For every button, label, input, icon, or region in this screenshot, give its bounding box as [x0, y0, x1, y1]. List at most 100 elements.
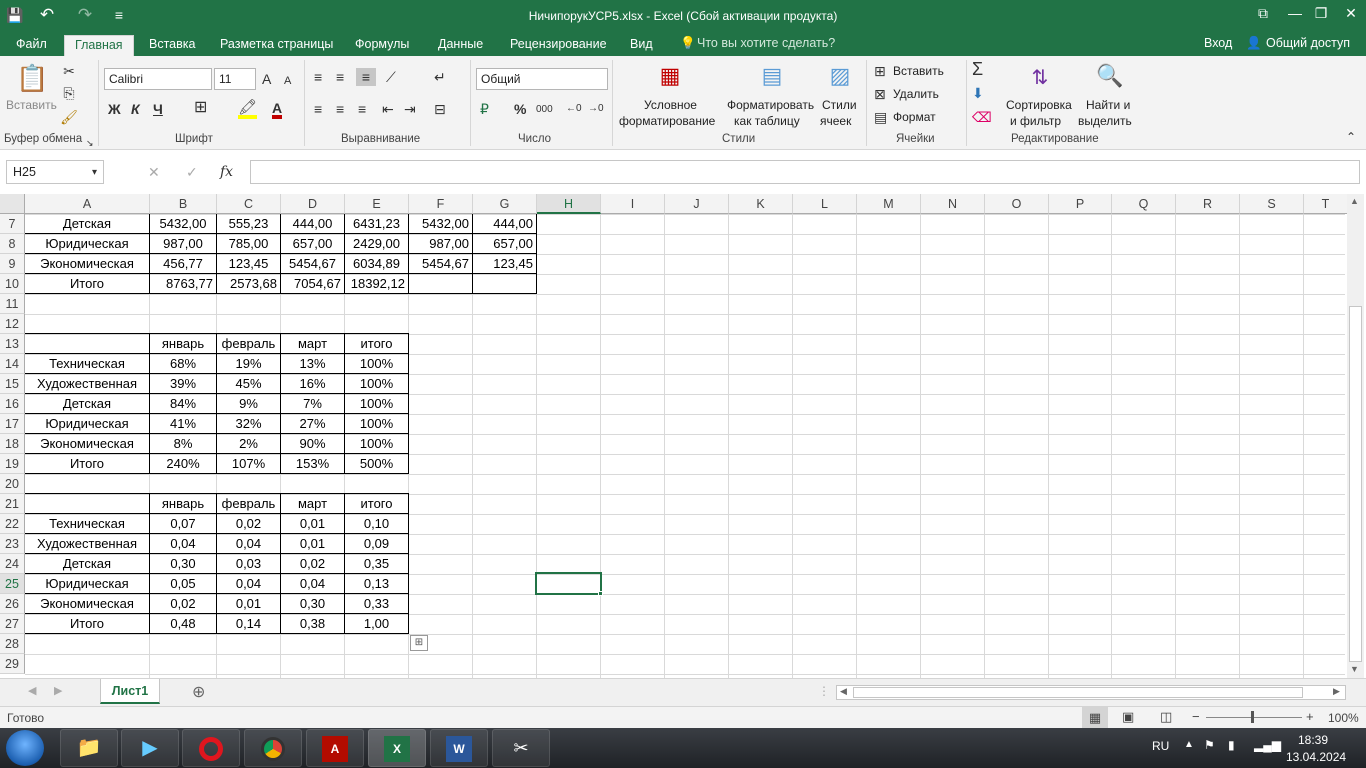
tab-view[interactable]: Вид — [620, 35, 663, 56]
cell-styles-icon[interactable]: ▨ — [824, 60, 856, 92]
format-cells-icon[interactable]: ▤ — [874, 108, 887, 126]
power-icon[interactable]: ▮ — [1228, 738, 1235, 752]
cell-a8[interactable]: Юридическая — [25, 233, 150, 254]
row-header-27[interactable]: 27 — [0, 614, 25, 634]
cell-area[interactable]: Детская 5432,00 555,23 444,00 6431,23 5432,00… — [25, 214, 1345, 678]
cell-b17[interactable]: 41% — [149, 413, 217, 434]
column-header-c[interactable]: C — [217, 194, 281, 214]
clear-icon[interactable]: ⌫ — [972, 108, 992, 126]
cell-e15[interactable]: 100% — [344, 373, 409, 394]
clipboard-launcher-icon[interactable]: ↘ — [86, 134, 94, 152]
cell-styles-line1[interactable]: Стили — [822, 98, 857, 112]
cell-e18[interactable]: 100% — [344, 433, 409, 454]
cell-e27[interactable]: 1,00 — [344, 613, 409, 634]
align-top-icon[interactable]: ≡ — [314, 68, 322, 86]
cell-e7[interactable]: 6431,23 — [344, 214, 409, 234]
font-color-icon[interactable]: A — [272, 99, 283, 119]
cell-f10[interactable] — [408, 273, 473, 294]
insert-cells-button[interactable]: Вставить — [893, 64, 944, 78]
row-header-11[interactable]: 11 — [0, 294, 25, 314]
cell-e16[interactable]: 100% — [344, 393, 409, 414]
zoom-out-button[interactable]: − — [1192, 709, 1200, 724]
active-cell-selection[interactable] — [535, 572, 602, 595]
cell-d26[interactable]: 0,30 — [280, 593, 345, 614]
cell-e14[interactable]: 100% — [344, 353, 409, 374]
column-header-a[interactable]: A — [25, 194, 150, 214]
row-header-18[interactable]: 18 — [0, 434, 25, 454]
name-box-dropdown-icon[interactable]: ▾ — [92, 164, 97, 182]
cell-b8[interactable]: 987,00 — [149, 233, 217, 254]
column-header-n[interactable]: N — [921, 194, 985, 214]
cell-c25[interactable]: 0,04 — [216, 573, 281, 594]
conditional-formatting-line2[interactable]: форматирование — [619, 114, 715, 128]
cell-d9[interactable]: 5454,67 — [280, 253, 345, 274]
tab-insert[interactable]: Вставка — [139, 35, 205, 56]
row-header-23[interactable]: 23 — [0, 534, 25, 554]
taskbar-excel[interactable]: X — [368, 729, 426, 767]
increase-indent-icon[interactable]: ⇥ — [404, 100, 416, 118]
column-header-p[interactable]: P — [1049, 194, 1112, 214]
fill-color-icon[interactable]: 🖍 — [238, 99, 258, 119]
column-header-m[interactable]: M — [857, 194, 921, 214]
split-handle-icon[interactable]: ⋮ — [818, 684, 830, 698]
zoom-slider[interactable] — [1206, 717, 1302, 718]
vertical-scrollbar[interactable]: ▲ ▼ — [1347, 194, 1364, 678]
cell-c7[interactable]: 555,23 — [216, 214, 281, 234]
cell-d7[interactable]: 444,00 — [280, 214, 345, 234]
cell-b26[interactable]: 0,02 — [149, 593, 217, 614]
row-header-22[interactable]: 22 — [0, 514, 25, 534]
cell-d27[interactable]: 0,38 — [280, 613, 345, 634]
row-header-13[interactable]: 13 — [0, 334, 25, 354]
row-header-21[interactable]: 21 — [0, 494, 25, 514]
cell-g7[interactable]: 444,00 — [472, 214, 537, 234]
cell-a7[interactable]: Детская — [25, 214, 150, 234]
find-select-line2[interactable]: выделить — [1078, 114, 1132, 128]
taskbar-media[interactable]: ▶ — [121, 729, 179, 767]
cell-c24[interactable]: 0,03 — [216, 553, 281, 574]
cell-a16[interactable]: Детская — [25, 393, 150, 414]
cell-e19[interactable]: 500% — [344, 453, 409, 474]
cell-d18[interactable]: 90% — [280, 433, 345, 454]
number-format-box[interactable]: Общий — [476, 68, 608, 90]
cell-c21[interactable]: февраль — [216, 493, 281, 514]
horizontal-scrollbar[interactable]: ◀ ▶ — [836, 685, 1346, 700]
cell-e17[interactable]: 100% — [344, 413, 409, 434]
cell-d25[interactable]: 0,04 — [280, 573, 345, 594]
select-all-corner[interactable] — [0, 194, 25, 214]
cell-c22[interactable]: 0,02 — [216, 513, 281, 534]
taskbar-acrobat[interactable]: A — [306, 729, 364, 767]
align-right-icon[interactable]: ≡ — [358, 100, 366, 118]
cell-e23[interactable]: 0,09 — [344, 533, 409, 554]
cell-b9[interactable]: 456,77 — [149, 253, 217, 274]
column-header-i[interactable]: I — [601, 194, 665, 214]
column-header-o[interactable]: O — [985, 194, 1049, 214]
cell-a23[interactable]: Художественная — [25, 533, 150, 554]
paste-icon[interactable]: 📋 — [16, 62, 48, 94]
page-break-view-icon[interactable]: ◫ — [1160, 709, 1172, 725]
quick-analysis-icon[interactable]: ⊞ — [410, 635, 428, 651]
cell-a25[interactable]: Юридическая — [25, 573, 150, 594]
merge-center-icon[interactable]: ⊟ — [434, 100, 446, 118]
start-button[interactable] — [6, 730, 44, 766]
percent-button[interactable]: % — [514, 100, 526, 118]
zoom-in-button[interactable]: + — [1306, 709, 1314, 724]
tab-page-layout[interactable]: Разметка страницы — [210, 35, 343, 56]
cell-d8[interactable]: 657,00 — [280, 233, 345, 254]
row-header-7[interactable]: 7 — [0, 214, 25, 234]
sign-in-link[interactable]: Вход — [1204, 36, 1232, 50]
format-as-table-line2[interactable]: как таблицу — [734, 114, 800, 128]
tab-formulas[interactable]: Формулы — [345, 35, 419, 56]
next-sheet-icon[interactable]: ▶ — [54, 684, 62, 697]
row-header-29[interactable]: 29 — [0, 654, 25, 674]
column-header-s[interactable]: S — [1240, 194, 1304, 214]
row-header-17[interactable]: 17 — [0, 414, 25, 434]
cell-c23[interactable]: 0,04 — [216, 533, 281, 554]
cell-a27[interactable]: Итого — [25, 613, 150, 634]
row-header-24[interactable]: 24 — [0, 554, 25, 574]
font-size-box[interactable]: 11 — [214, 68, 256, 90]
cell-a22[interactable]: Техническая — [25, 513, 150, 534]
prev-sheet-icon[interactable]: ◀ — [28, 684, 36, 697]
row-header-20[interactable]: 20 — [0, 474, 25, 494]
cell-c16[interactable]: 9% — [216, 393, 281, 414]
cell-c10[interactable]: 2573,68 — [216, 273, 281, 294]
